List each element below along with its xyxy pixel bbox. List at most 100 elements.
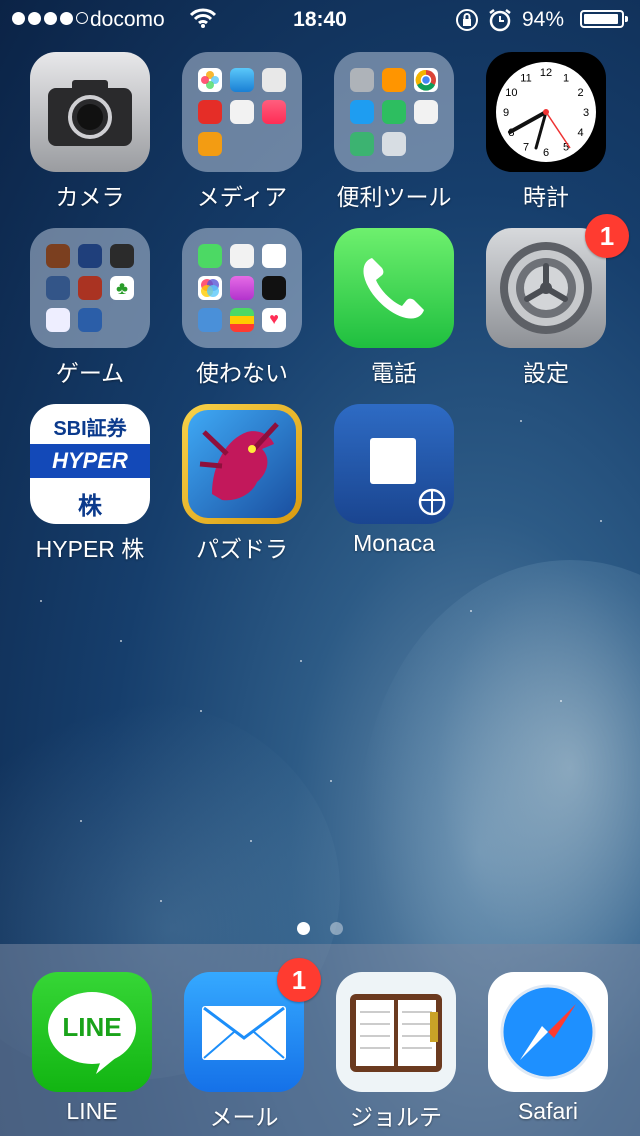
- monaca-icon: [334, 404, 454, 524]
- app-label: 使わない: [196, 360, 288, 386]
- dock-app-safari[interactable]: Safari: [473, 972, 623, 1132]
- clock-number: 12: [540, 67, 552, 79]
- app-label: 便利ツール: [336, 184, 452, 210]
- dock-app-mail[interactable]: 1 メール: [169, 958, 321, 1132]
- itunes-icon: [230, 276, 254, 300]
- folder-icon: ♥: [182, 228, 302, 348]
- app-label: 電話: [371, 360, 417, 386]
- line-icon: LINE: [32, 972, 152, 1092]
- dock-app-line[interactable]: LINE LINE: [17, 972, 167, 1132]
- battery-percentage: 94%: [522, 8, 565, 31]
- app-label: 時計: [523, 184, 569, 210]
- game-icon: [78, 276, 102, 300]
- newsstand-icon: [198, 308, 222, 332]
- passbook-icon: [230, 308, 254, 332]
- app-icon: [198, 132, 222, 156]
- clock-number: 4: [578, 127, 584, 139]
- dragon-game-icon: [182, 404, 302, 524]
- clock-number: 3: [583, 107, 589, 119]
- page-dot-1[interactable]: [296, 922, 310, 935]
- game-icon: [46, 244, 70, 268]
- status-bar: docomo 18:40 94%: [0, 0, 640, 40]
- photos-icon: [198, 68, 222, 92]
- maps-icon: [414, 100, 438, 124]
- clock-number: 7: [523, 142, 529, 154]
- app-settings[interactable]: 1 設定: [471, 214, 629, 388]
- folder-icon: ♣: [30, 228, 150, 348]
- alarm-icon: [489, 9, 511, 32]
- chrome-icon: [414, 68, 438, 92]
- app-camera[interactable]: カメラ: [15, 52, 165, 212]
- app-label: メール: [209, 1104, 279, 1130]
- app-store-icon: [350, 100, 374, 124]
- phone-icon: [334, 228, 454, 348]
- game-icon: [78, 244, 102, 268]
- notification-badge: 1: [277, 958, 321, 1002]
- clover-icon: ♣: [110, 276, 134, 300]
- page-dot-2[interactable]: [330, 922, 344, 935]
- page-indicator[interactable]: [0, 922, 640, 940]
- tv-icon: [230, 100, 254, 124]
- youtube-icon: [198, 100, 222, 124]
- app-label: Safari: [517, 1098, 579, 1124]
- videos-icon: [230, 68, 254, 92]
- planner-icon: [336, 972, 456, 1092]
- app-label: ゲーム: [55, 360, 125, 386]
- folder-icon: [182, 52, 302, 172]
- notification-badge: 1: [585, 214, 629, 258]
- app-label: パズドラ: [196, 536, 288, 562]
- music-icon: [262, 100, 286, 124]
- clock-number: 11: [520, 72, 531, 84]
- clock-number: 10: [505, 87, 517, 99]
- game-center-icon: [198, 276, 222, 300]
- app-icon: [382, 132, 406, 156]
- battery-icon: [580, 10, 628, 28]
- health-icon: ♥: [262, 308, 286, 332]
- folder-media[interactable]: メディア: [167, 52, 317, 212]
- folder-unused[interactable]: ♥ 使わない: [167, 228, 317, 388]
- app-hyper-kabu[interactable]: SBI証券 HYPER 株 HYPER 株: [15, 404, 165, 564]
- clock-icon: 121234567891011: [486, 52, 606, 172]
- calculator-icon: [382, 68, 406, 92]
- app-label: Monaca: [353, 530, 435, 556]
- app-label: メディア: [196, 184, 288, 210]
- clock-number: 6: [543, 147, 549, 159]
- app-label: HYPER 株: [35, 536, 145, 562]
- reminders-icon: [262, 244, 286, 268]
- clock-number: 1: [563, 72, 569, 84]
- game-icon: [78, 308, 102, 332]
- game-icon: [110, 244, 134, 268]
- clock-number: 2: [578, 87, 584, 99]
- compass-utility-icon: [262, 276, 286, 300]
- app-pazudora[interactable]: パズドラ: [167, 404, 317, 564]
- folder-games[interactable]: ♣ ゲーム: [15, 228, 165, 388]
- app-label: 設定: [523, 360, 569, 386]
- sbi-logo-text: SBI証券: [53, 418, 127, 440]
- app-label: カメラ: [55, 184, 125, 210]
- folder-icon: [334, 52, 454, 172]
- dock-app-jorte[interactable]: ジョルテ: [321, 972, 471, 1132]
- rotation-lock-icon: [456, 9, 478, 31]
- clock-number: 9: [503, 107, 509, 119]
- game-icon: [46, 308, 70, 332]
- game-icon: [46, 276, 70, 300]
- sbi-hyper-icon: SBI証券 HYPER 株: [30, 404, 150, 524]
- app-label: ジョルテ: [350, 1104, 442, 1130]
- hyper-logo-text: HYPER: [52, 448, 128, 473]
- compass-icon: [488, 972, 608, 1092]
- voice-memos-icon: [230, 244, 254, 268]
- folder-tools[interactable]: 便利ツール: [319, 52, 469, 212]
- app-label: LINE: [66, 1098, 118, 1124]
- maps-icon: [262, 68, 286, 92]
- camera-icon: [30, 52, 150, 172]
- contacts-icon: [350, 68, 374, 92]
- line-logo-text: LINE: [62, 1012, 122, 1042]
- app-monaca[interactable]: Monaca: [319, 404, 469, 564]
- app-clock[interactable]: 121234567891011 時計: [471, 52, 621, 212]
- facetime-icon: [198, 244, 222, 268]
- app-phone[interactable]: 電話: [319, 228, 469, 388]
- app-icon: [350, 132, 374, 156]
- clock-number: 5: [563, 142, 569, 154]
- kabu-logo-text: 株: [78, 493, 102, 520]
- evernote-icon: [382, 100, 406, 124]
